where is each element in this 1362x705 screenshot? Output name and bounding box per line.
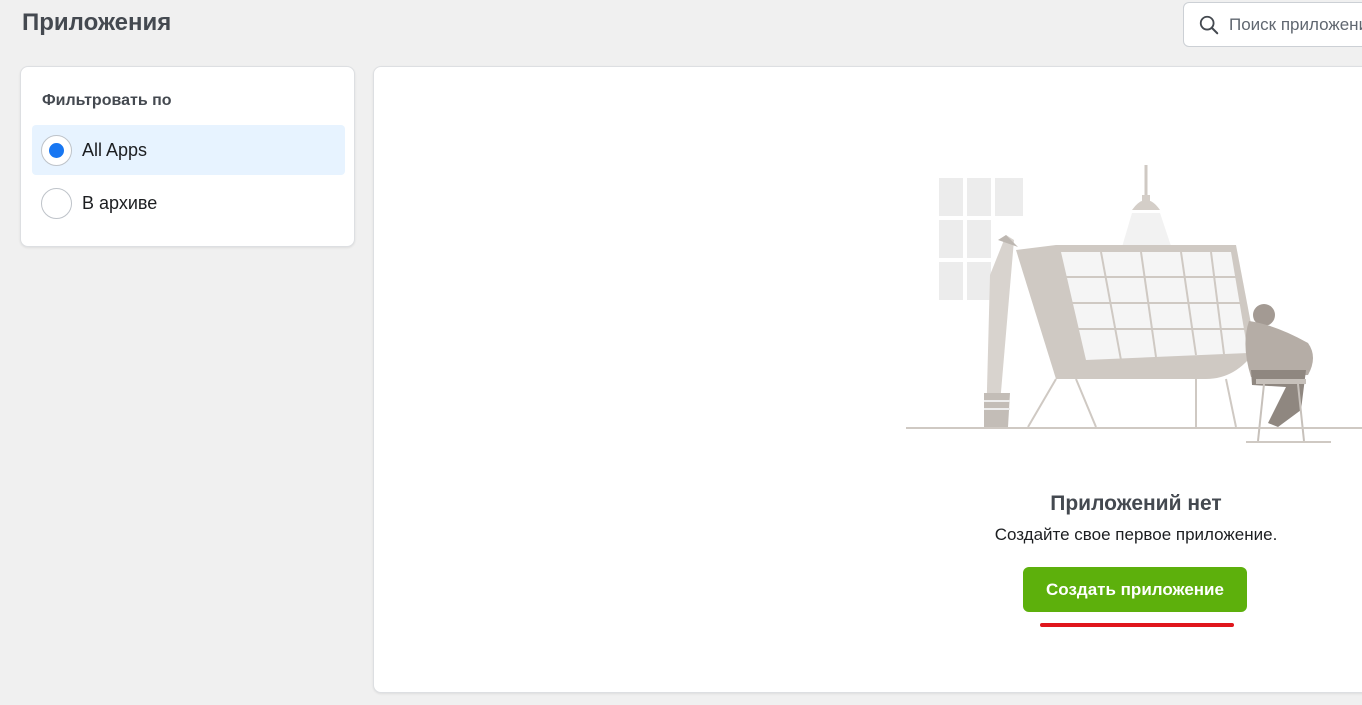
search-input[interactable] (1229, 14, 1362, 35)
search-box[interactable] (1183, 2, 1362, 47)
empty-state-illustration (906, 165, 1362, 443)
filter-option-label: В архиве (82, 192, 158, 213)
radio-button-all-apps[interactable] (41, 134, 72, 166)
filter-title: Фильтровать по (42, 92, 172, 109)
filter-panel: Фильтровать по All Apps В архиве (20, 66, 355, 247)
search-icon (1199, 15, 1219, 34)
filter-option-all-apps[interactable]: All Apps (32, 125, 345, 175)
apps-page: Приложения Фильтровать по All Apps В арх… (0, 0, 1362, 705)
filter-option-label: All Apps (82, 139, 148, 160)
page-title: Приложения (22, 9, 172, 36)
annotation-underline (1040, 623, 1234, 627)
empty-state-subtitle: Создайте свое первое приложение. (994, 525, 1278, 544)
empty-state-title: Приложений нет (1050, 492, 1222, 515)
apps-content-panel: Приложений нет Создайте свое первое прил… (373, 66, 1362, 693)
create-app-button[interactable]: Создать приложение (1023, 567, 1247, 612)
filter-option-archived[interactable]: В архиве (32, 178, 345, 228)
radio-button-archived[interactable] (41, 187, 72, 219)
